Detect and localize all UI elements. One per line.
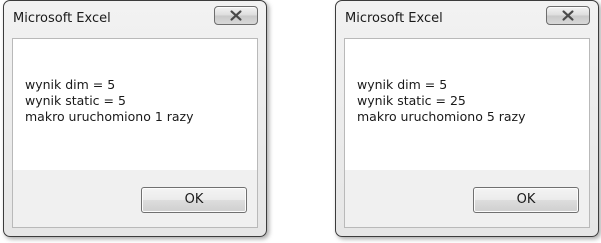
message-line-static: wynik static = 5 [25, 93, 126, 108]
message-text: wynik dim = 5 wynik static = 25 makro ur… [357, 77, 526, 125]
ok-button[interactable]: OK [141, 187, 247, 213]
message-line-dim: wynik dim = 5 [357, 77, 448, 92]
message-box-dialog-1: Microsoft Excel wynik dim = 5 wynik stat… [3, 0, 267, 237]
close-icon [562, 10, 574, 21]
message-line-count: makro uruchomiono 5 razy [357, 109, 526, 124]
button-area: OK [12, 170, 258, 228]
message-line-dim: wynik dim = 5 [25, 77, 116, 92]
message-line-count: makro uruchomiono 1 razy [25, 109, 194, 124]
screenshot-stage: Microsoft Excel wynik dim = 5 wynik stat… [0, 0, 601, 243]
dialog-title: Microsoft Excel [13, 11, 111, 26]
close-button[interactable] [546, 6, 590, 25]
dialog-titlebar[interactable]: Microsoft Excel [336, 1, 598, 35]
message-line-static: wynik static = 25 [357, 93, 466, 108]
message-area: wynik dim = 5 wynik static = 5 makro uru… [12, 38, 258, 171]
close-button[interactable] [214, 6, 258, 25]
message-area: wynik dim = 5 wynik static = 25 makro ur… [344, 38, 590, 171]
message-text: wynik dim = 5 wynik static = 5 makro uru… [25, 77, 194, 125]
button-area: OK [344, 170, 590, 228]
dialog-titlebar[interactable]: Microsoft Excel [4, 1, 266, 35]
message-box-dialog-2: Microsoft Excel wynik dim = 5 wynik stat… [335, 0, 599, 237]
ok-button[interactable]: OK [473, 187, 579, 213]
close-icon [230, 10, 242, 21]
dialog-title: Microsoft Excel [345, 11, 443, 26]
